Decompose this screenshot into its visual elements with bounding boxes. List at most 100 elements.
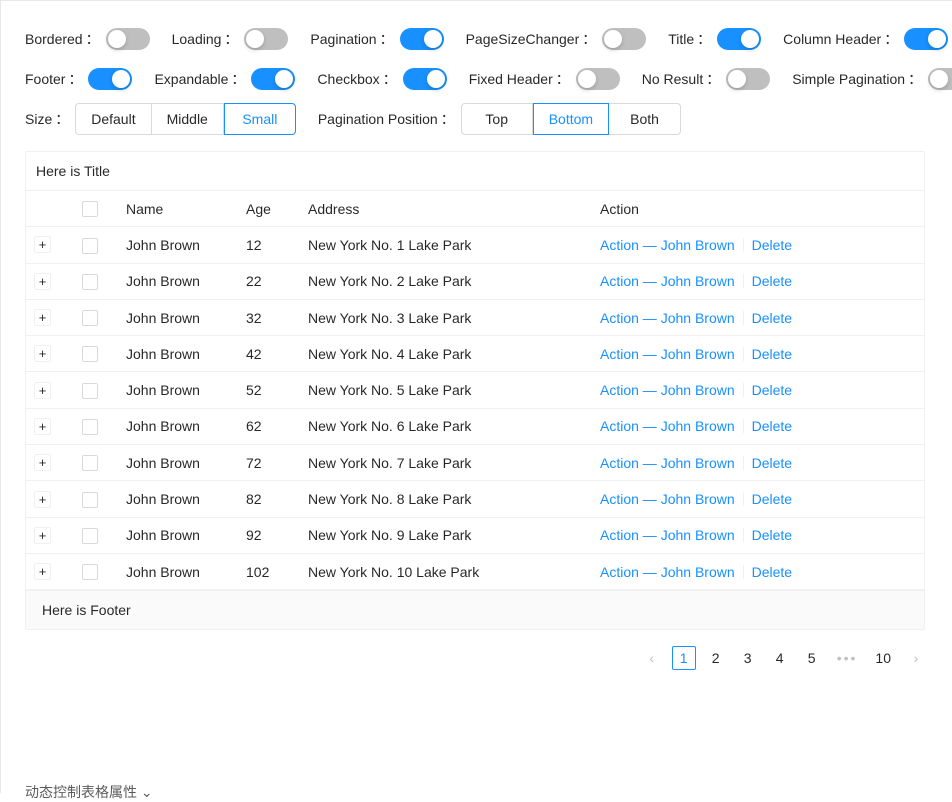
pagination-page-2[interactable]: 2 [703, 646, 728, 671]
expand-row-button[interactable]: + [34, 563, 51, 581]
row-checkbox[interactable] [82, 419, 98, 436]
fixed-header-switch[interactable] [575, 68, 620, 90]
size-radio-group[interactable]: Default Middle Small [75, 103, 296, 135]
cell-name: John Brown [118, 299, 238, 337]
pagination-page-last[interactable]: 10 [870, 646, 896, 671]
title-switch[interactable] [717, 28, 762, 50]
size-option-small[interactable]: Small [223, 103, 296, 135]
row-checkbox[interactable] [82, 527, 98, 544]
pagination-page-5[interactable]: 5 [799, 646, 824, 671]
row-checkbox[interactable] [82, 346, 98, 363]
pagination-position-option-both[interactable]: Both [609, 103, 682, 135]
cell-action: Action — John Brown Delete [592, 480, 924, 518]
fixed-header-label-colon: ： [555, 71, 570, 87]
action-link[interactable]: Action — John Brown [600, 564, 735, 580]
loading-switch[interactable] [244, 28, 289, 50]
cell-name: John Brown [118, 517, 238, 554]
pagination-position-option-top[interactable]: Top [460, 103, 533, 135]
expandable-label-colon: ： [231, 71, 246, 87]
row-checkbox[interactable] [82, 382, 98, 399]
checkbox-switch-knob [426, 70, 445, 88]
cell-age: 102 [238, 553, 300, 591]
expand-row-button[interactable]: + [34, 417, 51, 435]
data-table: Name Age Address Action + John Brown 12 New… [26, 191, 924, 591]
cell-address: New York No. 1 Lake Park [300, 226, 592, 264]
delete-link[interactable]: Delete [752, 491, 792, 507]
row-select-cell [74, 371, 118, 409]
bordered-switch[interactable] [105, 28, 150, 50]
action-link[interactable]: Action — John Brown [600, 455, 735, 471]
title-switch-knob [741, 30, 760, 48]
simple-pagination-switch-knob [930, 70, 949, 88]
row-checkbox[interactable] [82, 491, 98, 508]
expand-row-button[interactable]: + [34, 454, 51, 472]
no-result-switch[interactable] [726, 68, 771, 90]
action-link[interactable]: Action — John Brown [600, 382, 735, 398]
cell-name: John Brown [118, 226, 238, 264]
row-checkbox[interactable] [82, 455, 98, 472]
pagination-next-icon[interactable]: › [904, 646, 928, 671]
delete-link[interactable]: Delete [752, 310, 792, 326]
size-option-middle[interactable]: Middle [151, 103, 224, 135]
size-option-default[interactable]: Default [75, 103, 152, 135]
select-all-checkbox[interactable] [82, 201, 98, 218]
footer-label-colon: ： [68, 71, 83, 87]
action-link[interactable]: Action — John Brown [600, 273, 735, 289]
column-header-switch[interactable] [904, 28, 949, 50]
pagination-ellipsis-icon[interactable]: ••• [831, 646, 863, 671]
row-select-cell [74, 263, 118, 300]
cell-address: New York No. 6 Lake Park [300, 408, 592, 446]
delete-link[interactable]: Delete [752, 418, 792, 434]
expandable-label: Expandable： [154, 69, 245, 89]
action-link[interactable]: Action — John Brown [600, 346, 735, 362]
pagination-switch-knob [423, 30, 442, 48]
header-age[interactable]: Age [238, 191, 300, 228]
expand-row-button[interactable]: + [34, 345, 51, 363]
header-name[interactable]: Name [118, 191, 238, 228]
header-address[interactable]: Address [300, 191, 592, 228]
action-link[interactable]: Action — John Brown [600, 310, 735, 326]
expand-row-button[interactable]: + [34, 490, 51, 508]
page-size-changer-label-text: PageSizeChanger [465, 31, 580, 47]
action-separator [742, 383, 744, 398]
expand-row-button[interactable]: + [34, 272, 51, 290]
action-link[interactable]: Action — John Brown [600, 491, 735, 507]
pagination-switch[interactable] [399, 28, 444, 50]
pagination-page-1[interactable]: 1 [671, 646, 696, 671]
delete-link[interactable]: Delete [752, 564, 792, 580]
row-expand-cell: + [26, 371, 74, 409]
column-header-switch-knob [928, 30, 947, 48]
pagination-position-option-bottom[interactable]: Bottom [532, 103, 610, 135]
pagination-page-4[interactable]: 4 [767, 646, 792, 671]
simple-pagination-label-colon: ： [908, 71, 923, 87]
expand-row-button[interactable]: + [34, 526, 51, 544]
expand-row-button[interactable]: + [34, 309, 51, 327]
footer-switch[interactable] [88, 68, 133, 90]
delete-link[interactable]: Delete [752, 237, 792, 253]
pagination-prev-icon[interactable]: ‹ [639, 646, 664, 671]
expand-row-button[interactable]: + [34, 381, 51, 399]
row-checkbox[interactable] [82, 564, 98, 581]
delete-link[interactable]: Delete [752, 273, 792, 289]
delete-link[interactable]: Delete [752, 527, 792, 543]
simple-pagination-switch[interactable] [928, 68, 952, 90]
cell-action: Action — John Brown Delete [592, 408, 924, 446]
no-result-switch-knob [728, 70, 747, 88]
row-checkbox[interactable] [82, 273, 98, 290]
expandable-switch[interactable] [251, 68, 296, 90]
checkbox-switch[interactable] [402, 68, 447, 90]
pagination-page-3[interactable]: 3 [735, 646, 760, 671]
expand-row-button[interactable]: + [34, 236, 51, 254]
row-checkbox[interactable] [82, 237, 98, 254]
pagination-position-radio-group[interactable]: Top Bottom Both [460, 103, 682, 135]
delete-link[interactable]: Delete [752, 346, 792, 362]
page-size-changer-switch[interactable] [602, 28, 647, 50]
action-link[interactable]: Action — John Brown [600, 418, 735, 434]
action-link[interactable]: Action — John Brown [600, 527, 735, 543]
row-checkbox[interactable] [82, 310, 98, 327]
header-action[interactable]: Action [592, 191, 924, 228]
delete-link[interactable]: Delete [752, 455, 792, 471]
action-link[interactable]: Action — John Brown [600, 237, 735, 253]
delete-link[interactable]: Delete [752, 382, 792, 398]
footer-label-text: Footer [25, 71, 66, 87]
